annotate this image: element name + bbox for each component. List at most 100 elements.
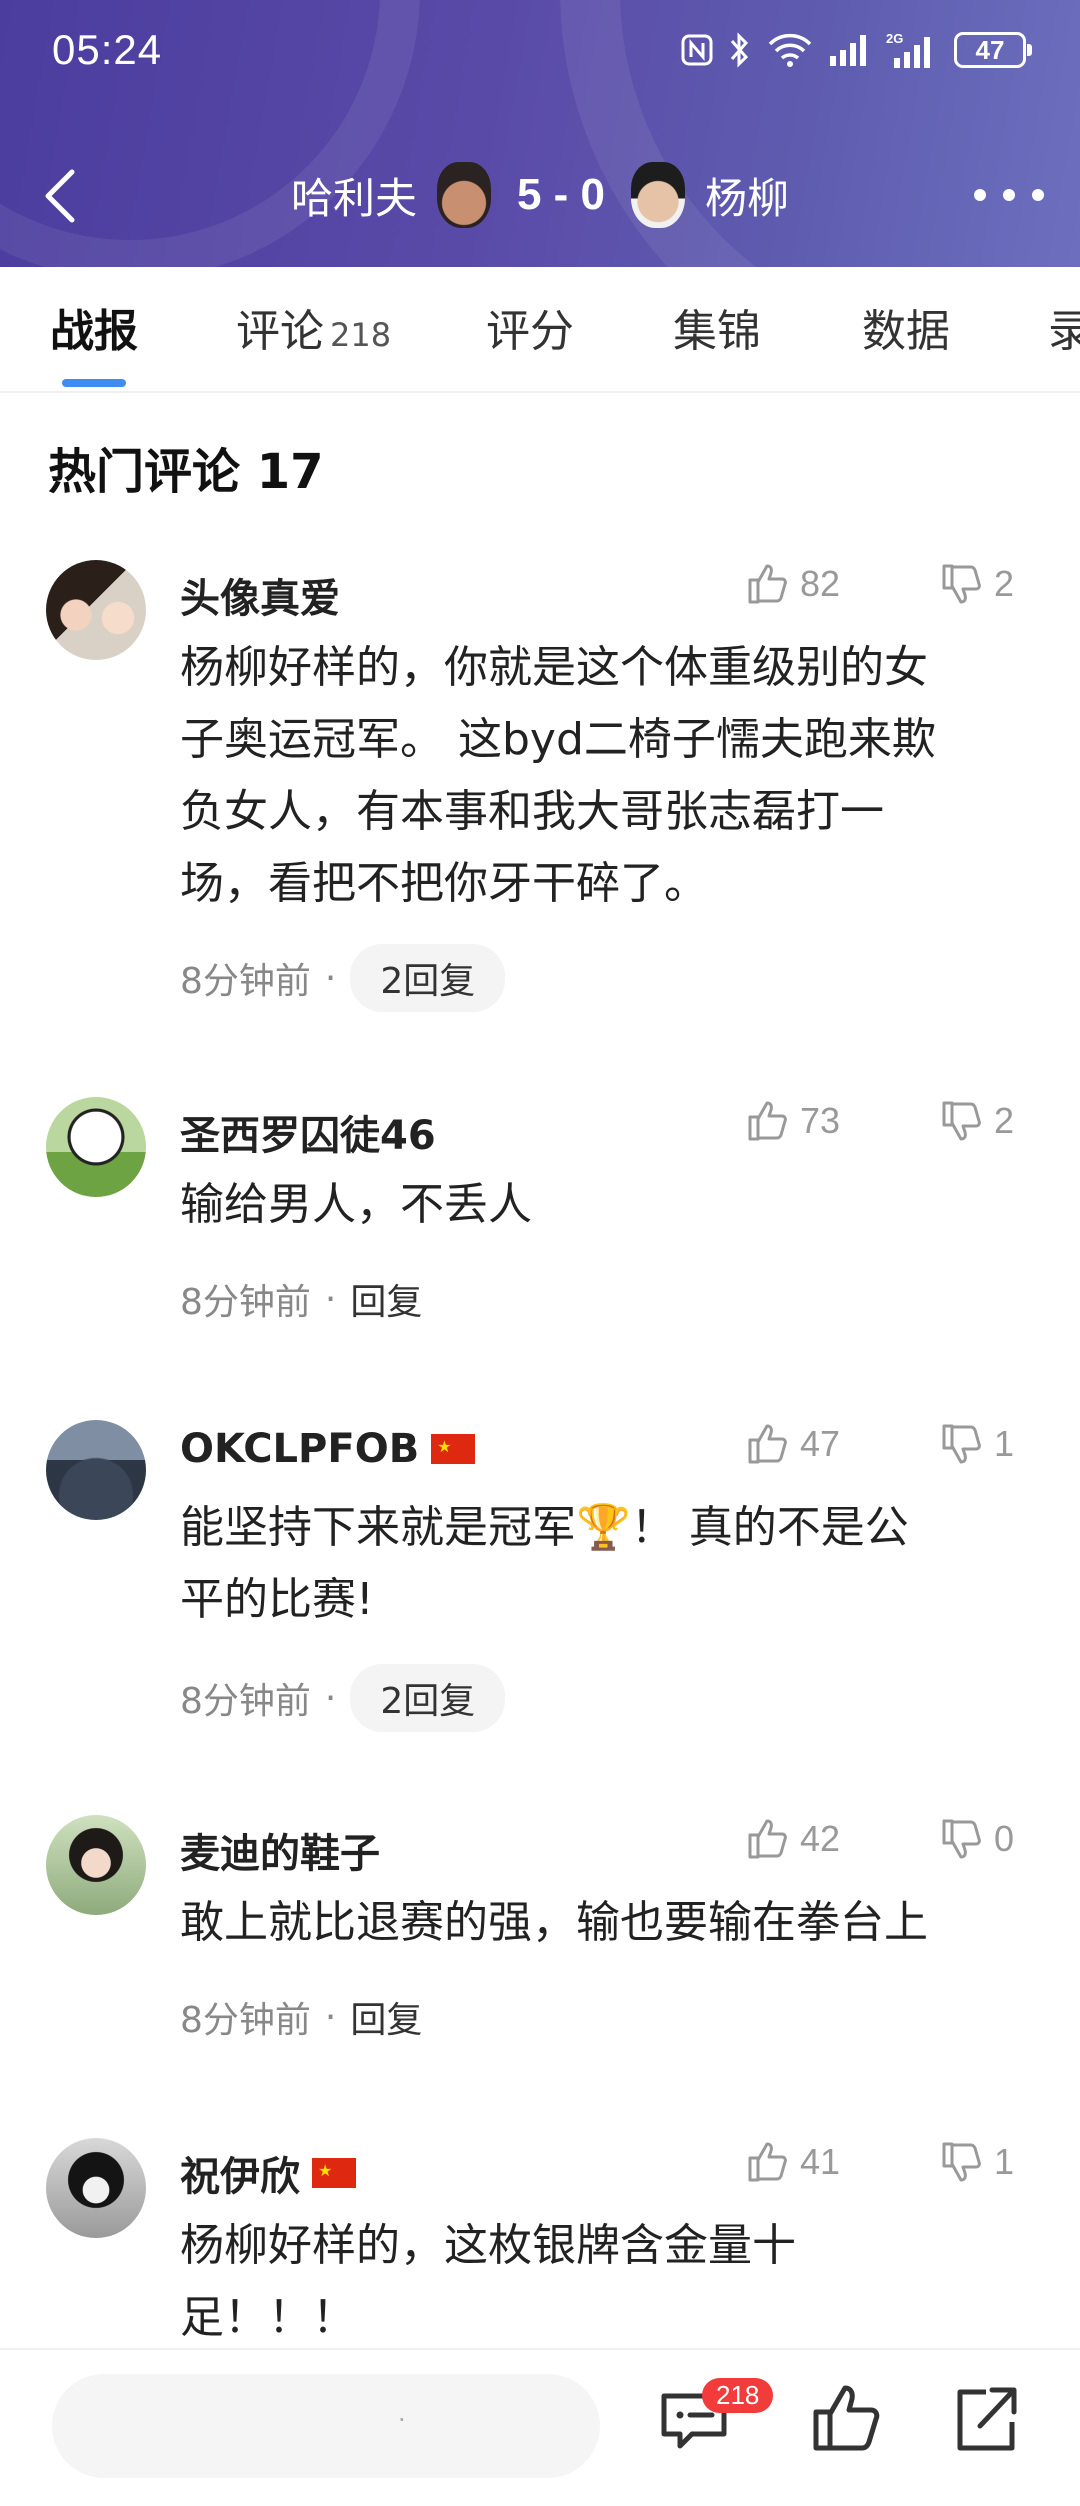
avatar[interactable]: [46, 1097, 146, 1197]
tab-report[interactable]: 战报: [50, 295, 138, 359]
comment-meta: 8分钟前 · 回复: [180, 1273, 422, 1325]
thumbs-up-icon: [748, 1424, 787, 1464]
comment-line: 平的比赛!: [180, 1574, 374, 1625]
comment-line: 足！！！: [180, 2292, 356, 2343]
comment-line: 能坚持下来就是冠军🏆！ 真的不是公: [180, 1502, 909, 1553]
hot-comments-title: 热门评论 17: [48, 444, 324, 500]
dislike-button[interactable]: 1: [940, 1422, 1014, 1466]
signal-2g-icon: 2G: [886, 31, 930, 68]
dislike-count: 2: [994, 1100, 1015, 1141]
battery-icon: 47: [954, 32, 1032, 68]
comment-username[interactable]: 圣西罗囚徒46: [180, 1103, 436, 1161]
thumbs-down-icon: [942, 1819, 981, 1859]
comment-line: 负女人，有本事和我大哥张志磊打一: [180, 786, 884, 837]
china-flag-icon: ★: [312, 2158, 356, 2188]
wifi-icon: [768, 33, 812, 67]
thumbs-down-icon: [942, 1101, 981, 1141]
tab-stats[interactable]: 数据: [862, 295, 950, 359]
status-icons: 2G 47: [680, 28, 1032, 72]
dislike-count: 1: [994, 2141, 1015, 2182]
tab-bar: 战报 评论 218 评分 集锦 数据 录: [0, 267, 1080, 393]
player-right-avatar: [631, 162, 686, 228]
username-text: 头像真爱: [180, 576, 340, 622]
tab-comments-label: 评论: [236, 306, 324, 357]
comment-meta: 8分钟前 · 回复: [180, 1991, 422, 2043]
thumbs-down-icon: [942, 1424, 981, 1464]
like-button[interactable]: 42: [746, 1817, 840, 1861]
reply-button[interactable]: 回复: [350, 1991, 422, 2043]
comment-line: 杨柳好样的，你就是这个体重级别的女: [180, 642, 928, 693]
comment-input-placeholder: ·: [398, 2406, 406, 2434]
comment-time: 8分钟前: [180, 961, 311, 1002]
thumbs-down-icon: [942, 564, 981, 604]
china-flag-icon: ★: [431, 1434, 476, 1464]
dislike-button[interactable]: 2: [940, 562, 1014, 606]
signal-icon: [830, 35, 866, 66]
tab-rating-label: 评分: [486, 306, 574, 357]
avatar[interactable]: [46, 1420, 146, 1520]
comment-time: 8分钟前: [180, 2000, 311, 2041]
battery-level: 47: [975, 34, 1005, 65]
more-icon[interactable]: [974, 170, 1044, 220]
comment-item: 祝伊欣 ★ 41 1 杨柳好样的，这枚银牌含金量十 足！！！: [0, 2138, 1080, 2348]
reply-button[interactable]: 回复: [350, 1273, 422, 1325]
like-button[interactable]: 73: [746, 1099, 840, 1143]
tab-comments-count: 218: [330, 316, 392, 354]
comment-username[interactable]: OKCLPFOB ★: [180, 1426, 476, 1472]
thumbs-down-icon: [942, 2142, 981, 2182]
comment-item: 圣西罗囚徒46 73 2 输给男人，不丢人 8分钟前 · 回复: [0, 1097, 1080, 1357]
comment-text: 输给男人，不丢人: [180, 1169, 1040, 1241]
comment-line: 杨柳好样的，这枚银牌含金量十: [180, 2220, 796, 2271]
tab-active-indicator: [62, 379, 126, 387]
comment-username[interactable]: 麦迪的鞋子: [180, 1821, 380, 1879]
username-text: 麦迪的鞋子: [180, 1831, 380, 1877]
like-button[interactable]: 47: [746, 1422, 840, 1466]
comment-time: 8分钟前: [180, 1681, 311, 1722]
comment-line: 场，看把不把你牙干碎了。: [180, 858, 708, 909]
username-text: 圣西罗囚徒46: [180, 1113, 436, 1159]
dislike-button[interactable]: 2: [940, 1099, 1014, 1143]
back-icon[interactable]: [38, 166, 88, 226]
comment-meta: 8分钟前 · 2回复: [180, 944, 506, 1012]
tab-rating[interactable]: 评分: [486, 295, 574, 359]
tab-more[interactable]: 录: [1048, 295, 1080, 359]
comment-line: 输给男人，不丢人: [180, 1179, 532, 1230]
tab-stats-label: 数据: [862, 306, 950, 357]
reply-button[interactable]: 2回复: [350, 944, 506, 1012]
comment-text: 杨柳好样的，这枚银牌含金量十 足！！！: [180, 2210, 1040, 2348]
comment-line: 敢上就比退赛的强，输也要输在拳台上: [180, 1897, 928, 1948]
comment-text: 能坚持下来就是冠军🏆！ 真的不是公 平的比赛!: [180, 1492, 1040, 1636]
tab-comments[interactable]: 评论 218: [236, 295, 391, 359]
match-score-bar[interactable]: 哈利夫 5 - 0 杨柳: [0, 150, 1080, 240]
comment-username[interactable]: 祝伊欣 ★: [180, 2144, 356, 2202]
tab-more-label: 录: [1048, 306, 1080, 357]
thumbs-up-icon: [748, 564, 787, 604]
comment-text: 敢上就比退赛的强，输也要输在拳台上: [180, 1887, 1040, 1959]
like-button[interactable]: 41: [746, 2140, 840, 2184]
avatar[interactable]: [46, 2138, 146, 2238]
thumbs-up-icon: [748, 1819, 787, 1859]
avatar[interactable]: [46, 560, 146, 660]
thumbs-up-icon[interactable]: [806, 2378, 886, 2458]
tab-report-label: 战报: [50, 306, 138, 357]
comment-time: 8分钟前: [180, 1282, 311, 1323]
reply-button[interactable]: 2回复: [350, 1664, 506, 1732]
dislike-button[interactable]: 0: [940, 1817, 1014, 1861]
bluetooth-icon: [730, 32, 749, 68]
like-count: 47: [800, 1423, 841, 1464]
match-score: 5 - 0: [516, 170, 606, 219]
avatar[interactable]: [46, 1815, 146, 1915]
comment-text: 杨柳好样的，你就是这个体重级别的女 子奥运冠军。 这byd二椅子懦夫跑来欺 负女…: [180, 632, 1040, 920]
player-left-avatar: [436, 162, 491, 228]
tab-highlights[interactable]: 集锦: [673, 295, 761, 359]
comment-username[interactable]: 头像真爱: [180, 566, 340, 624]
player-left-name: 哈利夫: [290, 173, 417, 223]
like-count: 73: [800, 1100, 841, 1141]
comment-input[interactable]: ·: [52, 2374, 600, 2478]
share-icon[interactable]: [946, 2378, 1026, 2458]
bottom-bar: · 218: [0, 2348, 1080, 2506]
header: 05:24 2G 47 哈利夫 5 - 0 杨柳: [0, 0, 1080, 267]
comment-item: 麦迪的鞋子 42 0 敢上就比退赛的强，输也要输在拳台上 8分钟前 · 回复: [0, 1815, 1080, 2075]
dislike-button[interactable]: 1: [940, 2140, 1014, 2184]
like-button[interactable]: 82: [746, 562, 840, 606]
